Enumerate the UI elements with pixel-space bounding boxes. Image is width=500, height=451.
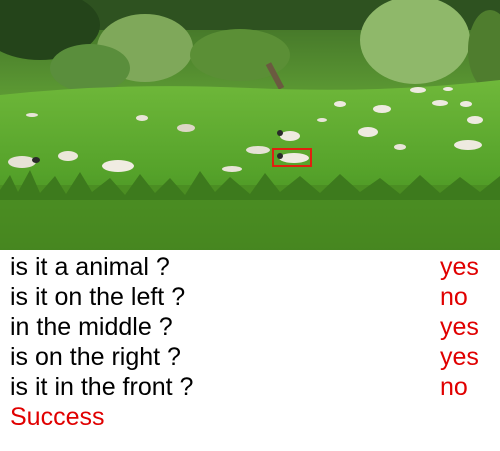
question-text: in the middle ? [10,313,173,341]
sheep [280,131,300,141]
qa-dialog: is it a animal ? yes is it on the left ?… [0,252,500,451]
sheep [277,130,283,136]
sheep [460,101,472,107]
qa-row: is it on the left ? no [0,282,500,312]
scene-photo [0,0,500,250]
answer-text: yes [440,253,479,281]
sheep [279,153,309,163]
sheep [454,140,482,150]
sheep [358,127,378,137]
sheep [222,166,242,172]
sheep [136,115,148,121]
answer-text: no [440,373,468,401]
sheep [102,160,134,172]
sheep [443,87,453,91]
question-text: is on the right ? [10,343,181,371]
question-text: is it a animal ? [10,253,170,281]
answer-text: yes [440,343,479,371]
sheep [32,157,40,163]
sheep [410,87,426,93]
sheep [26,113,38,117]
question-text: is it on the left ? [10,283,186,311]
sheep-head [277,153,283,159]
qa-row: in the middle ? yes [0,312,500,342]
qa-row: is on the right ? yes [0,342,500,372]
sheep [373,105,391,113]
result-text: Success [10,403,105,431]
sheep [317,118,327,122]
qa-row: is it in the front ? no [0,372,500,402]
question-text: is it in the front ? [10,373,194,401]
sheep [246,146,270,154]
tree-right [360,0,470,84]
answer-text: yes [440,313,479,341]
sheep [394,144,406,150]
answer-text: no [440,283,468,311]
sheep [58,151,78,161]
sheep [432,100,448,106]
qa-row: is it a animal ? yes [0,252,500,282]
sheep [177,124,195,132]
pasture-scene [0,0,500,250]
sheep [334,101,346,107]
sheep [467,116,483,124]
sheep [8,156,36,168]
bush-left [50,44,130,92]
